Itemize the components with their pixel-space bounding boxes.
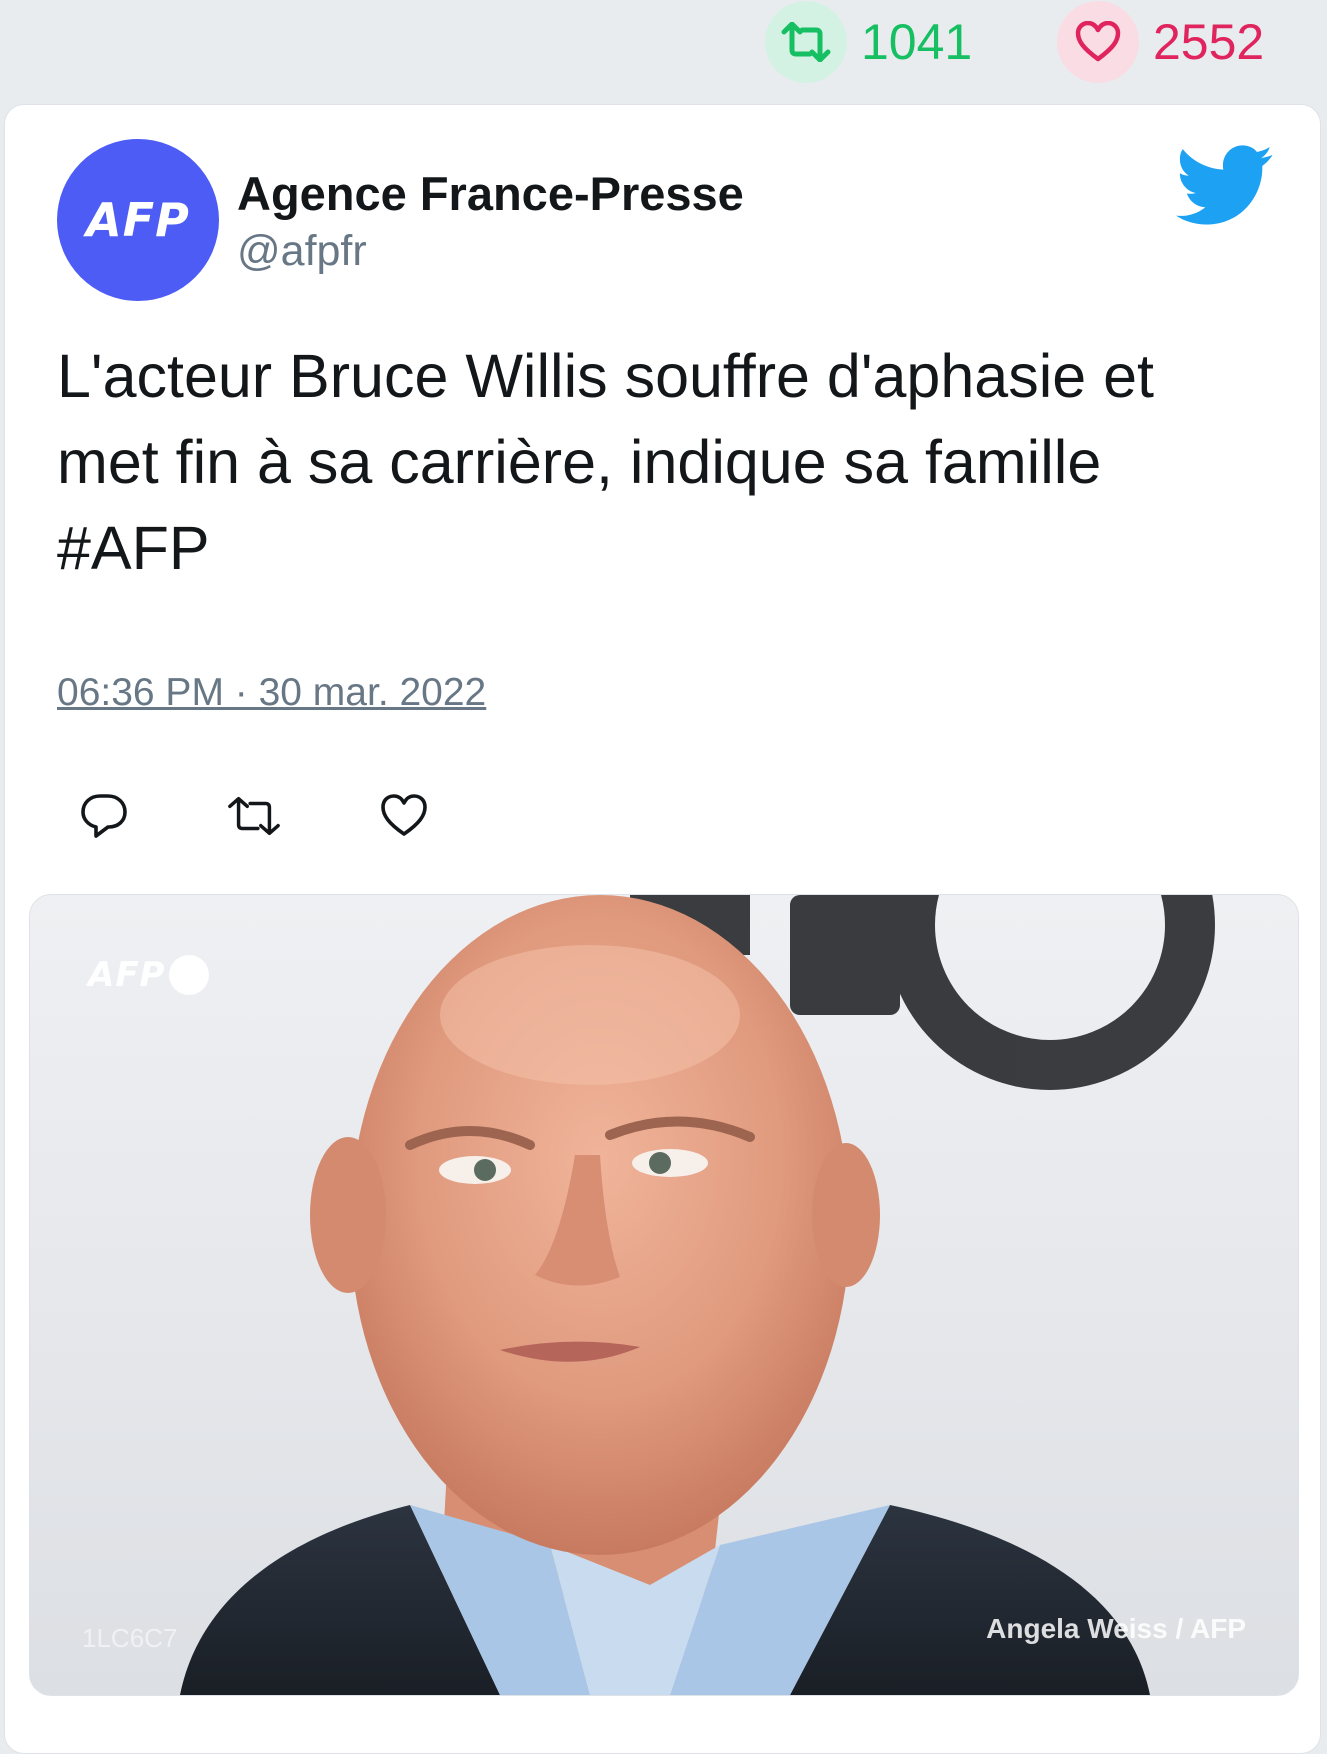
reply-button[interactable]: [77, 789, 131, 843]
photo-credit: Angela Weiss / AFP: [986, 1613, 1246, 1644]
like-count: 2552: [1153, 14, 1265, 70]
hashtag-link[interactable]: #AFP: [57, 514, 210, 582]
tweet-stats-bar: 1041 2552: [0, 0, 1327, 96]
retweet-stat[interactable]: 1041: [765, 1, 973, 83]
photo-watermark-text: AFP: [88, 955, 166, 995]
photo-code: 1LC6C7: [82, 1623, 178, 1653]
heart-icon: [1057, 1, 1139, 83]
tweet-text-line: met fin à sa carrière, indique sa famill…: [57, 428, 1102, 496]
avatar-logo-text: AFP: [86, 193, 190, 247]
watermark-dot: [169, 955, 210, 995]
twitter-bird-icon[interactable]: [1175, 145, 1275, 227]
tweet-text-line: L'acteur Bruce Willis souffre d'aphasie …: [57, 342, 1154, 410]
tweet-text: L'acteur Bruce Willis souffre d'aphasie …: [57, 333, 1277, 591]
portrait-illustration: [180, 895, 1215, 1695]
tweet-actions: [77, 789, 477, 849]
photo-watermark: AFP: [88, 955, 210, 995]
reply-icon: [81, 794, 127, 838]
like-stat[interactable]: 2552: [1057, 1, 1265, 83]
tweet-timestamp[interactable]: 06:36 PM · 30 mar. 2022: [57, 671, 486, 715]
like-button[interactable]: [377, 789, 431, 843]
retweet-icon: [228, 796, 280, 836]
tweet-card: AFP Agence France-Presse @afpfr L'acteur…: [4, 104, 1321, 1754]
author-name[interactable]: Agence France-Presse: [237, 166, 744, 221]
tweet-photo[interactable]: AFP 1LC6C7 Angela Weiss / AFP: [29, 894, 1299, 1696]
heart-icon: [381, 794, 427, 836]
retweet-count: 1041: [861, 14, 973, 70]
author-handle[interactable]: @afpfr: [237, 227, 367, 276]
retweet-icon: [765, 1, 847, 83]
avatar[interactable]: AFP: [57, 139, 219, 301]
retweet-button[interactable]: [227, 789, 281, 843]
